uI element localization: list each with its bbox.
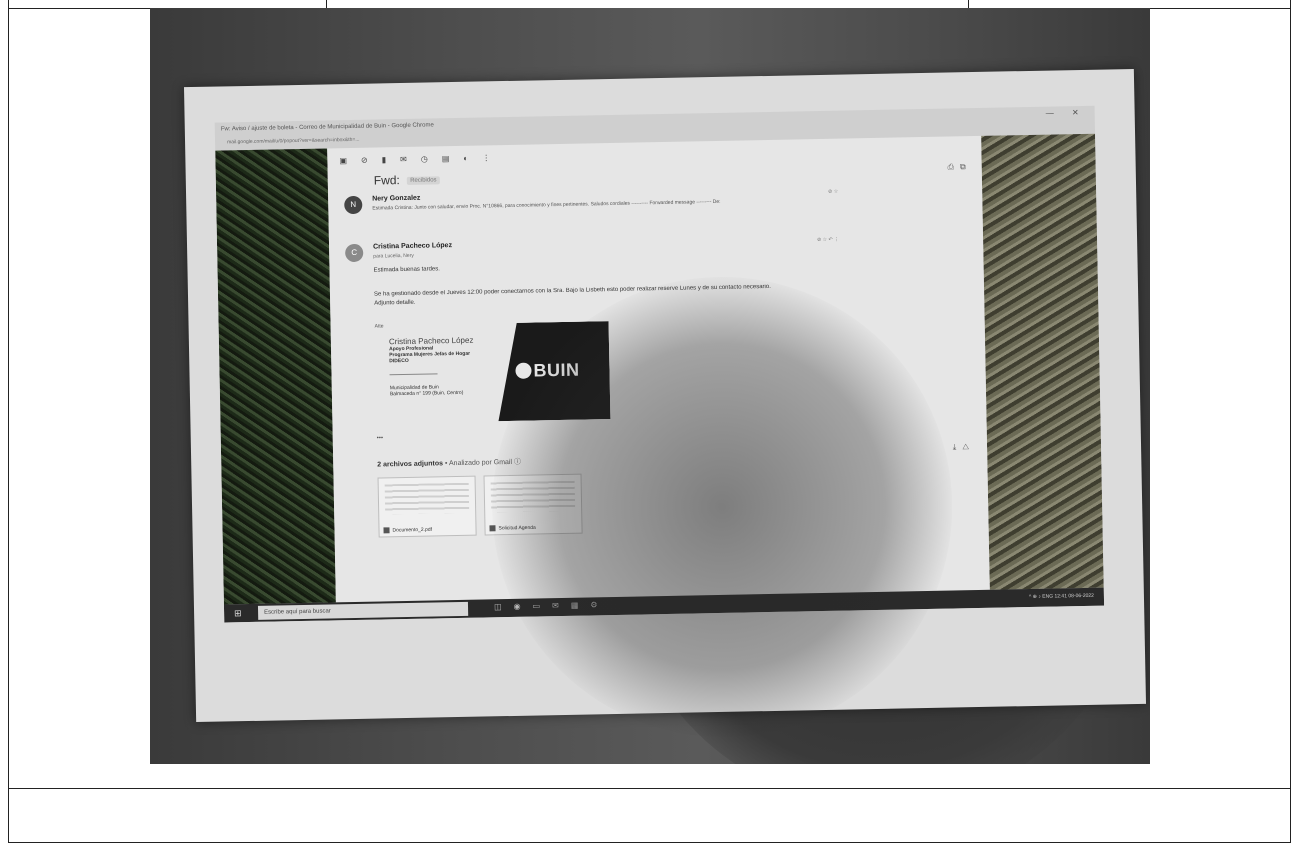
- attachment-name: Documento_2.pdf: [383, 526, 432, 533]
- attachments-header: 2 archivos adjuntos • Analizado por Gmai…: [377, 457, 521, 470]
- archive-icon[interactable]: ▣: [339, 156, 347, 165]
- star-icon[interactable]: ☆: [834, 189, 839, 195]
- signature-address: Balmaceda n° 199 (Buin, Centro): [389, 389, 464, 398]
- tag-icon[interactable]: ◐: [463, 154, 468, 163]
- attachments-scan-note: • Analizado por Gmail ⓘ: [444, 458, 522, 468]
- start-button[interactable]: ⊞: [234, 608, 242, 619]
- email-body: Se ha gestionado desde el Jueves 12:00 p…: [373, 283, 771, 298]
- buin-logo: BUIN: [497, 321, 611, 421]
- window-controls[interactable]: — ✕: [1046, 108, 1087, 118]
- screenshot-photo: Fw: Aviso / ajuste de boleta - Correo de…: [150, 8, 1150, 764]
- attachment-actions: ⤓△: [953, 442, 975, 452]
- clock-icon[interactable]: ◷: [421, 155, 428, 164]
- settings-icon[interactable]: ⚙: [590, 600, 609, 609]
- pdf-icon: [383, 526, 390, 534]
- mail-toolbar: ▣ ⊘ ▮ ✉ ◷ ▤ ◐ ⋮: [339, 153, 490, 165]
- print-icon[interactable]: ⎙: [947, 162, 960, 171]
- message-snippet[interactable]: Estimada Cristina: Junto con saludar, en…: [372, 196, 892, 212]
- delete-icon[interactable]: ▮: [382, 155, 387, 164]
- explorer-icon[interactable]: ▭: [532, 601, 552, 610]
- signature-dept: DIDECO: [389, 357, 409, 365]
- desktop-wallpaper-right: [981, 133, 1104, 590]
- municipality-emblem-icon: [515, 363, 531, 379]
- subject-text: Fwd:: [373, 173, 400, 188]
- printed-paper: Fw: Aviso / ajuste de boleta - Correo de…: [183, 68, 1147, 742]
- pinned-apps: ◫◉▭✉▦⚙: [494, 600, 610, 611]
- more-icon[interactable]: ⋮: [482, 153, 490, 162]
- attachments-count: 2 archivos adjuntos: [377, 460, 444, 469]
- email-subject: Fwd: Recibidos: [373, 172, 440, 188]
- logo-text: BUIN: [533, 359, 580, 381]
- sender-name[interactable]: Nery Gonzalez: [372, 195, 420, 203]
- store-icon[interactable]: ▦: [571, 600, 591, 609]
- avatar: N: [344, 195, 363, 215]
- label-icon[interactable]: ▤: [442, 154, 450, 163]
- report-icon[interactable]: ⊘: [361, 156, 368, 165]
- subject-actions: ⎙⧉: [947, 162, 971, 172]
- attachment-name: Solicitud Agenda: [489, 524, 536, 532]
- avatar: C: [345, 243, 364, 263]
- taskbar-search[interactable]: Escribe aquí para buscar: [257, 601, 469, 620]
- attachment-card[interactable]: Solicitud Agenda: [483, 473, 583, 536]
- attachment-filename: Solicitud Agenda: [498, 524, 536, 532]
- pdf-icon: [489, 524, 496, 532]
- attachment-card[interactable]: Documento_2.pdf: [377, 475, 477, 538]
- recipients[interactable]: para Lucelia, Nery: [373, 253, 414, 260]
- open-external-icon[interactable]: ⧉: [960, 162, 972, 171]
- reply-icon[interactable]: ↶: [828, 237, 832, 243]
- attachment-icon: ⊘: [816, 236, 822, 244]
- message-actions: ⊘ ☆: [828, 189, 838, 195]
- attachment-filename: Documento_2.pdf: [392, 526, 433, 534]
- drive-icon[interactable]: △: [962, 442, 975, 451]
- show-trimmed-content-button[interactable]: •••: [377, 435, 383, 441]
- gmail-popout: ▣ ⊘ ▮ ✉ ◷ ▤ ◐ ⋮ Fwd: Recibidos ⎙⧉ N Nery…: [327, 135, 990, 603]
- download-icon[interactable]: ⤓: [953, 442, 963, 451]
- chrome-icon[interactable]: ◉: [513, 602, 532, 611]
- sender-name[interactable]: Cristina Pacheco López: [373, 242, 452, 251]
- monitor-screen: Fw: Aviso / ajuste de boleta - Correo de…: [214, 105, 1105, 623]
- signature-divider: [389, 373, 438, 376]
- email-signature: Cristina Pacheco López Apoyo Profesional…: [389, 335, 510, 398]
- email-greeting: Estimada buenas tardes.: [373, 266, 440, 274]
- attachment-preview: [490, 480, 576, 513]
- star-icon[interactable]: ☆: [823, 237, 828, 243]
- more-icon[interactable]: ⋮: [834, 237, 839, 243]
- task-view-icon[interactable]: ◫: [494, 602, 514, 611]
- attachment-preview: [384, 482, 470, 515]
- attachment-icon: ⊘: [828, 188, 833, 195]
- mail-app-icon[interactable]: ✉: [552, 601, 571, 610]
- system-tray[interactable]: ^ ⊕ ♪ ENG 12:41 08-06-2022: [1029, 593, 1094, 600]
- email-body: Adjunto detalle.: [374, 299, 416, 307]
- mail-icon[interactable]: ✉: [400, 155, 407, 164]
- desktop-wallpaper-left: [215, 148, 336, 605]
- email-closing: Atte: [374, 323, 384, 330]
- inbox-label[interactable]: Recibidos: [407, 176, 440, 185]
- message-actions: ⊘ ☆ ↶ ⋮: [817, 237, 839, 243]
- table-row-divider: [8, 788, 1291, 789]
